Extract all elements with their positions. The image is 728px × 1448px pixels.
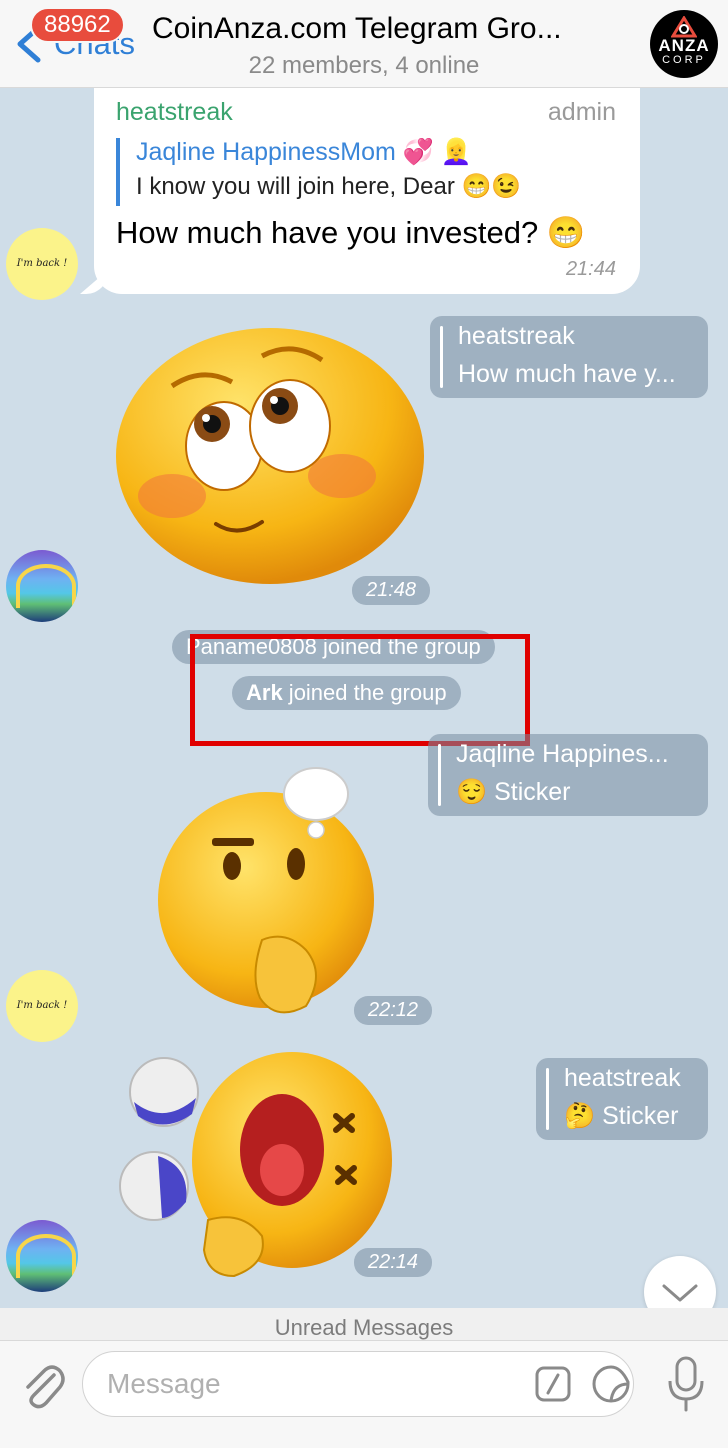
command-icon[interactable] xyxy=(535,1366,571,1402)
reply-preview-name: Jaqline Happines... xyxy=(456,740,669,768)
message-text: How much have you invested? 😁 xyxy=(116,215,586,250)
sticker-reply-preview[interactable]: heatstreak How much have y... xyxy=(430,316,708,398)
avatar[interactable] xyxy=(6,550,78,622)
avatar-text: I'm back ! xyxy=(16,1000,68,1011)
sticker-time: 22:12 xyxy=(354,996,433,1025)
avatar-text: I'm back ! xyxy=(16,258,68,269)
reply-quote-text: I know you will join here, Dear 😁😉 xyxy=(136,173,522,200)
annotation-highlight-box xyxy=(190,634,530,746)
sticker-icon[interactable] xyxy=(591,1364,631,1404)
reply-quote-name: Jaqline HappinessMom 💞 👱‍♀️ xyxy=(136,138,472,166)
avatar[interactable] xyxy=(6,1220,78,1292)
group-avatar[interactable]: ANZA CORP xyxy=(650,10,718,78)
reply-bar xyxy=(438,744,441,806)
shy-emoji-sticker[interactable] xyxy=(112,326,428,588)
unread-messages-divider: Unread Messages xyxy=(0,1308,728,1340)
reply-preview-text: How much have y... xyxy=(458,360,676,388)
sticker-time: 22:14 xyxy=(354,1248,433,1277)
reply-preview-text: 😌 Sticker xyxy=(456,778,571,806)
chat-header: Chats 88962 CoinAnza.com Telegram Gro...… xyxy=(0,0,728,88)
reply-preview-name: heatstreak xyxy=(458,322,575,350)
message-time: 21:44 xyxy=(565,258,616,280)
sticker-time: 21:48 xyxy=(352,576,431,605)
sticker-reply-preview[interactable]: heatstreak 🤔 Sticker xyxy=(536,1058,708,1140)
sticker-reply-preview[interactable]: Jaqline Happines... 😌 Sticker xyxy=(428,734,708,816)
reply-preview-name: heatstreak xyxy=(564,1064,681,1092)
chat-title[interactable]: CoinAnza.com Telegram Gro... xyxy=(152,12,622,46)
reply-quote[interactable]: Jaqline HappinessMom 💞 👱‍♀️ I know you w… xyxy=(116,138,521,206)
message-input-bar xyxy=(0,1340,728,1448)
avatar[interactable]: I'm back ! xyxy=(6,228,78,300)
reply-preview-text: 🤔 Sticker xyxy=(564,1102,679,1130)
sender-name[interactable]: heatstreak xyxy=(116,98,233,127)
message-input[interactable] xyxy=(107,1362,527,1406)
unread-count-badge: 88962 xyxy=(30,7,125,43)
thinking-emoji-sticker[interactable] xyxy=(156,760,396,1026)
reply-bar xyxy=(440,326,443,388)
group-avatar-sub-text: CORP xyxy=(662,54,706,66)
avatar[interactable]: I'm back ! xyxy=(6,970,78,1042)
admin-label: admin xyxy=(547,98,616,126)
reply-bar xyxy=(546,1068,549,1130)
group-avatar-main-text: ANZA xyxy=(658,36,710,55)
message-bubble[interactable]: heatstreak admin Jaqline HappinessMom 💞 … xyxy=(94,88,640,294)
mic-icon[interactable] xyxy=(666,1355,706,1413)
attach-icon[interactable] xyxy=(18,1357,66,1411)
chat-subtitle: 22 members, 4 online xyxy=(248,52,480,79)
message-field[interactable] xyxy=(82,1351,634,1417)
anza-logo-icon xyxy=(671,16,697,38)
